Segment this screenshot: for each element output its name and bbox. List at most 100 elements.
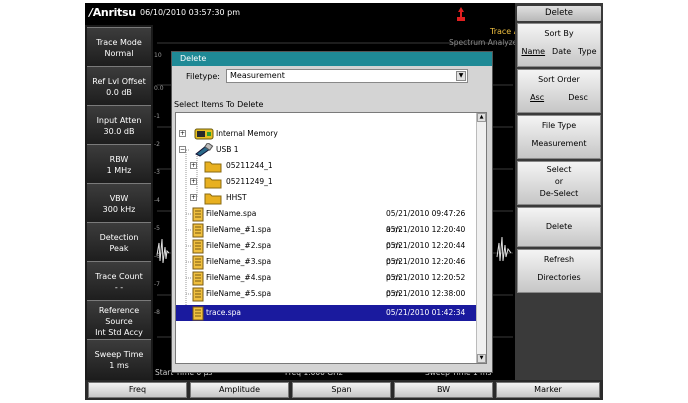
internal-memory-icon <box>194 127 214 141</box>
expand-icon[interactable]: + <box>190 194 197 201</box>
left-panel-title: Sweep Time <box>94 350 144 359</box>
left-panel-value: Int Std Accy <box>95 327 143 337</box>
scrollbar[interactable]: ▲ ▼ <box>476 113 486 363</box>
left-panel-value: Peak <box>109 244 129 253</box>
left-panel-value: 1 MHz <box>106 166 132 175</box>
y-tick-label: -5 <box>154 225 160 232</box>
scroll-up-icon[interactable]: ▲ <box>477 113 486 122</box>
left-panel-title: VBW <box>109 194 129 203</box>
left-panel-title: Trace Count <box>95 272 143 281</box>
left-panel-item: RBW 1 MHz <box>87 144 151 186</box>
item-name: FileName_#5.spa <box>206 289 272 298</box>
left-panel-item: Sweep Time 1 ms <box>87 339 151 381</box>
select-deselect-button[interactable]: Select or De-Select <box>517 161 601 205</box>
left-panel-item: Trace Mode Normal <box>87 27 151 69</box>
instrument-screen: /Anritsu 06/10/2010 03:57:30 pm Trace Mo… <box>85 3 603 400</box>
sort-by-option[interactable]: Type <box>578 47 596 56</box>
item-name: 05211249_1 <box>226 177 273 186</box>
left-panel-item: Reference Source Int Std Accy <box>87 300 151 342</box>
span-button[interactable]: Span <box>292 382 391 398</box>
folder-icon <box>204 175 222 189</box>
sort-order-option[interactable]: Asc <box>530 93 544 102</box>
item-name: trace.spa <box>206 308 242 317</box>
item-name: FileName_#4.spa <box>206 273 272 282</box>
tree-node[interactable]: +05211249_1 <box>176 174 482 190</box>
file-row[interactable]: trace.spa 05/21/2010 01:42:34 p.m. <box>176 305 482 333</box>
item-date: 05/21/2010 01:42:34 p.m. <box>386 308 466 333</box>
freq-button[interactable]: Freq <box>88 382 187 398</box>
left-panel-value: - - <box>114 283 124 292</box>
item-name: Internal Memory <box>216 129 278 138</box>
tree-node[interactable]: + HHST <box>176 190 482 206</box>
collapse-icon[interactable]: − <box>179 146 186 153</box>
y-tick-label: -8 <box>154 309 160 316</box>
y-tick-label: 10 <box>154 52 162 59</box>
trace-right <box>496 236 512 262</box>
file-row[interactable]: FileName_#4.spa 05/21/2010 12:20:52 p.m. <box>176 270 482 298</box>
y-tick-label: -7 <box>154 281 160 288</box>
select-items-label: Select Items To Delete <box>174 100 264 109</box>
filetype-select[interactable]: Measurement ▼ <box>226 69 468 83</box>
sort-by-option[interactable]: Date <box>552 47 571 56</box>
left-panel-value: 0.0 dB <box>106 88 132 97</box>
tree-node[interactable]: +05211244_1 <box>176 158 482 174</box>
chevron-down-icon[interactable]: ▼ <box>456 71 466 81</box>
left-panel-title: Reference Source <box>98 305 140 326</box>
file-type-button[interactable]: File Type Measurement <box>517 115 601 159</box>
left-panel-item: Trace Count - - <box>87 261 151 303</box>
expand-icon[interactable]: + <box>190 162 197 169</box>
status-bar: /Anritsu 06/10/2010 03:57:30 pm <box>85 3 515 25</box>
sort-by-option[interactable]: Name <box>521 47 545 56</box>
file-row[interactable]: FileName.spa 05/21/2010 09:47:26 a.m. <box>176 206 482 234</box>
left-panel-title: RBW <box>109 155 129 164</box>
item-name: FileName_#3.spa <box>206 257 272 266</box>
file-row[interactable]: FileName_#1.spa 05/21/2010 12:20:40 p.m. <box>176 222 482 250</box>
y-tick-label: 0.0 <box>154 85 164 92</box>
left-panel-title: Input Atten <box>96 116 142 125</box>
file-row[interactable]: FileName_#5.spa05/21/2010 12:38:00 p.m. <box>176 286 482 314</box>
left-panel-value: Normal <box>104 49 134 58</box>
left-panel-value: 30.0 dB <box>103 127 135 136</box>
delete-button[interactable]: Delete <box>517 207 601 247</box>
tree-node[interactable]: − USB 1 <box>176 142 482 158</box>
menu-title: Delete <box>517 6 601 21</box>
tree-node[interactable]: + Internal Memory <box>176 126 482 142</box>
sort-order-button[interactable]: Sort Order Asc Desc <box>517 69 601 113</box>
refresh-directories-button[interactable]: Refresh Directories <box>517 249 601 293</box>
sort-by-button[interactable]: Sort By Name Date Type <box>517 23 601 67</box>
file-tree: + Internal Memory − USB 1 +05211244_1 +052112… <box>175 112 487 364</box>
file-icon <box>192 239 204 254</box>
mode-label: Spectrum Analyzer <box>449 38 521 47</box>
y-tick-label: -4 <box>154 197 160 204</box>
item-name: FileName.spa <box>206 209 257 218</box>
item-name: USB 1 <box>216 145 239 154</box>
amplitude-button[interactable]: Amplitude <box>190 382 289 398</box>
usb-drive-icon <box>194 143 214 157</box>
y-tick-label: -1 <box>154 113 160 120</box>
expand-icon[interactable]: + <box>179 130 186 137</box>
marker-button[interactable]: Marker <box>496 382 600 398</box>
dialog-title: Delete <box>172 52 492 66</box>
y-tick-label: -3 <box>154 169 160 176</box>
folder-icon <box>204 191 222 205</box>
expand-icon[interactable]: + <box>190 178 197 185</box>
left-panel-item: Ref Lvl Offset 0.0 dB <box>87 66 151 108</box>
scroll-down-icon[interactable]: ▼ <box>477 354 486 363</box>
left-panel-title: Trace Mode <box>96 38 142 47</box>
item-name: HHST <box>226 193 247 202</box>
file-icon <box>192 207 204 222</box>
sort-order-option[interactable]: Desc <box>568 93 588 102</box>
left-panel-value: 1 ms <box>109 361 129 370</box>
file-icon <box>192 287 204 302</box>
file-row[interactable]: FileName_#3.spa 05/21/2010 12:20:46 p.m. <box>176 254 482 282</box>
item-name: FileName_#1.spa <box>206 225 272 234</box>
sort-by-options: Name Date Type <box>518 47 600 56</box>
filetype-label: Filetype: <box>186 72 220 81</box>
file-row[interactable]: FileName_#2.spa 05/21/2010 12:20:44 p.m. <box>176 238 482 266</box>
file-icon <box>192 271 204 286</box>
file-icon <box>192 306 204 321</box>
file-type-value: Measurement <box>531 139 587 148</box>
left-panel-value: 300 kHz <box>102 205 136 214</box>
left-soft-panel: Trace Mode Normal Ref Lvl Offset 0.0 dB Inpu… <box>85 25 153 381</box>
bw-button[interactable]: BW <box>394 382 493 398</box>
